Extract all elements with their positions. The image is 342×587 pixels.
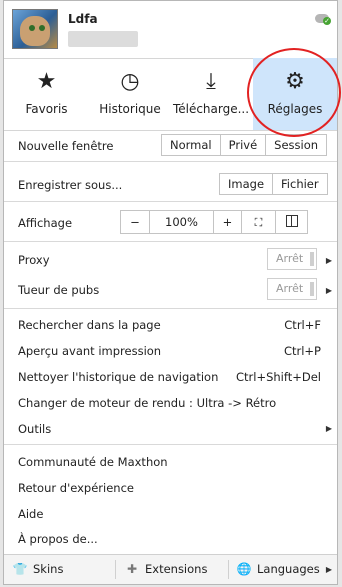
chevron-right-icon[interactable]: ▶ bbox=[326, 286, 332, 295]
split-view-icon bbox=[285, 215, 298, 227]
downloads-label: Télécharge... bbox=[172, 102, 250, 116]
username: Ldfa bbox=[68, 12, 98, 26]
shirt-icon: 👕 bbox=[12, 562, 28, 576]
skins-label: Skins bbox=[33, 562, 64, 576]
zoom-in-button[interactable]: + bbox=[213, 211, 241, 233]
avatar[interactable] bbox=[12, 9, 58, 49]
new-window-private-button[interactable]: Privé bbox=[219, 135, 266, 155]
save-as-options: Image Fichier bbox=[219, 173, 328, 195]
puzzle-icon: ✚ bbox=[126, 562, 138, 576]
divider bbox=[4, 201, 337, 202]
proxy-state: Arrêt bbox=[276, 252, 304, 265]
proxy-toggle[interactable]: Arrêt bbox=[267, 248, 317, 270]
menu-item-clear-history[interactable]: Nettoyer l'historique de navigation bbox=[18, 370, 218, 384]
menu-item-help[interactable]: Aide bbox=[18, 507, 43, 521]
adblock-label: Tueur de pubs bbox=[18, 283, 100, 297]
avatar-cat-image bbox=[20, 16, 50, 46]
settings-label: Réglages bbox=[267, 102, 323, 116]
bottom-bar: 👕 Skins ✚ Extensions 🌐 Languages ▶ bbox=[4, 554, 337, 584]
divider bbox=[4, 444, 337, 445]
divider bbox=[4, 308, 337, 309]
menu-item-find[interactable]: Rechercher dans la page bbox=[18, 318, 161, 332]
toggle-knob bbox=[310, 252, 314, 266]
blurred-account-detail bbox=[68, 31, 138, 47]
menu-item-render-engine[interactable]: Changer de moteur de rendu : Ultra -> Ré… bbox=[18, 396, 276, 410]
extensions-button[interactable]: ✚ Extensions bbox=[124, 555, 207, 584]
avatar-eye bbox=[29, 25, 35, 31]
settings-button[interactable]: ⚙ Réglages bbox=[253, 58, 337, 130]
downloads-button[interactable]: ⤓ Télécharge... bbox=[171, 58, 251, 130]
display-label: Affichage bbox=[18, 216, 73, 230]
divider bbox=[4, 161, 337, 162]
clock-icon: ◷ bbox=[120, 69, 140, 94]
languages-label: Languages bbox=[257, 562, 320, 576]
new-window-normal-button[interactable]: Normal bbox=[162, 135, 220, 155]
divider bbox=[115, 560, 116, 579]
save-as-file-button[interactable]: Fichier bbox=[272, 174, 327, 194]
favorites-label: Favoris bbox=[25, 102, 68, 116]
save-as-image-button[interactable]: Image bbox=[220, 174, 272, 194]
history-button[interactable]: ◷ Historique bbox=[89, 58, 171, 130]
divider bbox=[228, 560, 229, 579]
extensions-label: Extensions bbox=[145, 562, 208, 576]
sync-status-icon[interactable]: ✓ bbox=[315, 13, 331, 25]
history-label: Historique bbox=[99, 102, 161, 116]
chevron-right-icon: ▶ bbox=[325, 424, 332, 433]
adblock-state: Arrêt bbox=[276, 282, 304, 295]
download-icon: ⤓ bbox=[206, 69, 216, 94]
menu-item-tools[interactable]: Outils bbox=[18, 422, 51, 436]
favorites-button[interactable]: ★ Favoris bbox=[4, 58, 89, 130]
menu-item-community[interactable]: Communauté de Maxthon bbox=[18, 455, 168, 469]
star-icon: ★ bbox=[36, 69, 57, 94]
adblock-toggle[interactable]: Arrêt bbox=[267, 278, 317, 300]
toggle-knob bbox=[310, 282, 314, 296]
new-window-options: Normal Privé Session bbox=[161, 134, 328, 156]
quick-actions: ★ Favoris ◷ Historique ⤓ Télécharge... ⚙… bbox=[4, 58, 337, 131]
proxy-label: Proxy bbox=[18, 253, 50, 267]
new-window-session-button[interactable]: Session bbox=[265, 135, 326, 155]
zoom-level: 100% bbox=[149, 211, 213, 233]
divider bbox=[4, 241, 337, 242]
languages-button[interactable]: 🌐 Languages bbox=[236, 555, 320, 584]
save-as-label: Enregistrer sous... bbox=[18, 178, 123, 192]
menu-item-print-preview[interactable]: Aperçu avant impression bbox=[18, 344, 161, 358]
zoom-out-button[interactable]: − bbox=[121, 211, 149, 233]
chevron-right-icon[interactable]: ▶ bbox=[326, 565, 332, 574]
gear-icon: ⚙ bbox=[285, 69, 305, 94]
globe-icon: 🌐 bbox=[236, 562, 252, 576]
profile-header: Ldfa ✓ bbox=[4, 1, 337, 59]
menu-item-feedback[interactable]: Retour d'expérience bbox=[18, 481, 134, 495]
shortcut-find: Ctrl+F bbox=[284, 318, 321, 332]
fullscreen-icon: ⛶ bbox=[254, 216, 263, 229]
check-icon: ✓ bbox=[323, 17, 331, 25]
shortcut-clear-history: Ctrl+Shift+Del bbox=[236, 370, 321, 384]
shortcut-print-preview: Ctrl+P bbox=[283, 344, 321, 358]
split-view-button[interactable] bbox=[275, 211, 307, 233]
skins-button[interactable]: 👕 Skins bbox=[12, 555, 64, 584]
new-window-label: Nouvelle fenêtre bbox=[18, 139, 114, 153]
zoom-controls: − 100% + ⛶ bbox=[120, 210, 308, 234]
fullscreen-button[interactable]: ⛶ bbox=[241, 211, 275, 233]
menu-item-about[interactable]: À propos de... bbox=[18, 532, 98, 546]
main-menu: Ldfa ✓ ★ Favoris ◷ Historique ⤓ Téléchar… bbox=[3, 0, 341, 585]
avatar-eye bbox=[39, 25, 45, 31]
chevron-right-icon[interactable]: ▶ bbox=[326, 256, 332, 265]
